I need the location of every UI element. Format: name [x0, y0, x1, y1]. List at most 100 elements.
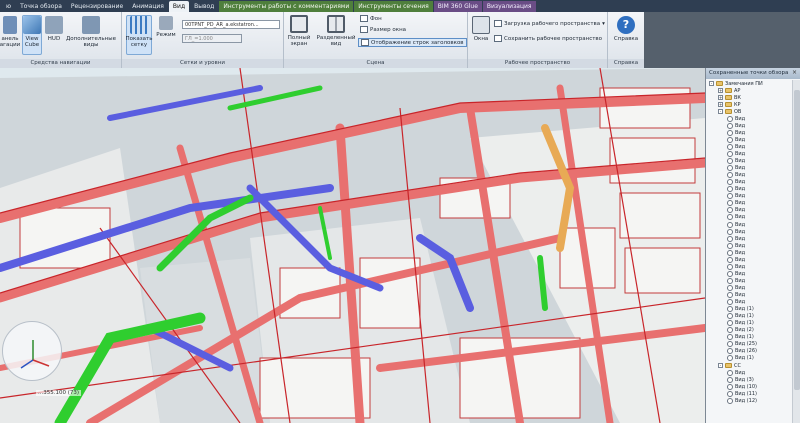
tree-item-label: СС — [734, 362, 741, 369]
tree-viewpoint[interactable]: Вид — [727, 115, 745, 122]
tree-viewpoint[interactable]: Вид (1) — [727, 355, 754, 362]
tree-item-label: Вид — [735, 158, 746, 165]
tree-viewpoint[interactable]: Вид (12) — [727, 397, 757, 404]
tree-viewpoint[interactable]: Вид — [727, 263, 745, 270]
3d-viewport[interactable]: ...355.100 (73) — [0, 68, 705, 423]
tree-viewpoint[interactable]: Вид (10) — [727, 383, 757, 390]
tree-viewpoint[interactable]: Вид — [727, 221, 745, 228]
panel-scene: Полный экран Разделенный вид Фон Размер … — [284, 12, 468, 68]
tree-viewpoint[interactable]: Вид (26) — [727, 348, 757, 355]
tree-viewpoint[interactable]: Вид (2) — [727, 327, 754, 334]
tree-item-label: Вид — [735, 256, 746, 263]
tree-folder[interactable]: - ОВ — [718, 108, 741, 115]
fullscreen-button[interactable]: Полный экран — [286, 15, 312, 47]
expand-toggle-icon[interactable]: - — [718, 109, 723, 115]
tree-viewpoint[interactable]: Вид — [727, 143, 745, 150]
viewpoint-icon — [727, 221, 733, 228]
load-workspace-label: Загрузка рабочего пространства — [504, 20, 601, 27]
show-grid-button[interactable]: Показать сетку — [126, 15, 152, 55]
tree-viewpoint[interactable]: Вид — [727, 214, 745, 221]
expand-toggle-icon[interactable]: + — [718, 95, 723, 101]
scrollbar-thumb[interactable] — [794, 90, 800, 390]
tree-viewpoint[interactable]: Вид — [727, 284, 745, 291]
tree-viewpoint[interactable]: Вид — [727, 256, 745, 263]
ribbon-tab[interactable]: Инструменты сечения — [354, 0, 433, 12]
tree-viewpoint[interactable]: Вид — [727, 186, 745, 193]
tree-viewpoint[interactable]: Вид (25) — [727, 341, 757, 348]
help-button[interactable]: ? Справка — [614, 16, 638, 42]
grid-level-combo[interactable]: ГЛ_=1.000 — [182, 34, 242, 43]
tree-viewpoint[interactable]: Вид — [727, 207, 745, 214]
pane-title: Сохраненные точки обзора — [706, 68, 800, 79]
ribbon-tab[interactable]: Точка обзора — [16, 1, 66, 12]
viewcube-button[interactable]: View Cube — [22, 15, 42, 55]
close-icon[interactable]: × — [792, 69, 797, 76]
tree-viewpoint[interactable]: Вид — [727, 172, 745, 179]
background-item[interactable]: Фон — [360, 15, 382, 22]
extra-views-button[interactable]: Дополнительные виды — [65, 16, 117, 48]
tree-viewpoint[interactable]: Вид — [727, 193, 745, 200]
tree-viewpoint[interactable]: Вид — [727, 249, 745, 256]
tree-viewpoint[interactable]: Вид — [727, 299, 745, 306]
tree-viewpoint[interactable]: Вид — [727, 270, 745, 277]
expand-toggle-icon[interactable]: + — [718, 102, 723, 108]
split-view-button[interactable]: Разделенный вид — [316, 15, 356, 47]
window-size-item[interactable]: Размер окна — [360, 26, 406, 33]
expand-toggle-icon[interactable]: - — [709, 81, 714, 86]
tree-viewpoint[interactable]: Вид — [727, 158, 745, 165]
ribbon-tab[interactable]: Анимация — [128, 1, 168, 12]
ribbon-tab[interactable]: BIM 360 Glue — [433, 0, 482, 12]
tree-viewpoint[interactable]: Вид — [727, 122, 745, 129]
tree-viewpoint[interactable]: Вид — [727, 179, 745, 186]
vertical-scrollbar[interactable] — [792, 80, 800, 423]
tree-viewpoint[interactable]: Вид (11) — [727, 390, 757, 397]
tree-folder[interactable]: + КР — [718, 101, 741, 108]
viewpoint-icon — [727, 165, 733, 172]
tree-viewpoint[interactable]: Вид — [727, 235, 745, 242]
load-workspace-item[interactable]: Загрузка рабочего пространства ▾ — [494, 20, 605, 27]
windows-button[interactable]: Окна — [470, 16, 492, 42]
tree-folder[interactable]: + АР — [718, 87, 740, 94]
tree-folder[interactable]: - СС — [718, 362, 741, 369]
tree-viewpoint[interactable]: Вид — [727, 277, 745, 284]
ribbon-tab[interactable]: Вывод — [190, 1, 218, 12]
viewpoint-icon — [727, 129, 733, 136]
tree-viewpoint[interactable]: Вид — [727, 228, 745, 235]
tree-viewpoint[interactable]: Вид — [727, 136, 745, 143]
window-size-label: Размер окна — [370, 26, 407, 33]
tree-viewpoint[interactable]: Вид — [727, 165, 745, 172]
tree-viewpoint[interactable]: Вид — [727, 129, 745, 136]
ribbon-tab[interactable]: Рецензирование — [67, 1, 127, 12]
ribbon-tab[interactable]: ю — [2, 1, 15, 12]
tree-viewpoint[interactable]: Вид (1) — [727, 320, 754, 327]
folder-icon — [725, 363, 732, 368]
tree-item-label: Вид — [735, 172, 746, 179]
ribbon-tab[interactable]: Вид — [168, 0, 190, 12]
tree-viewpoint[interactable]: Вид (1) — [727, 313, 754, 320]
ribbon-tab[interactable]: Визуализация — [482, 0, 536, 12]
ribbon-tab[interactable]: Инструменты работы с комментариями — [219, 0, 354, 12]
background-label: Фон — [370, 15, 382, 22]
hud-button[interactable]: HUD — [45, 16, 63, 42]
tree-viewpoint[interactable]: Вид (1) — [727, 306, 754, 313]
expand-toggle-icon[interactable]: + — [718, 88, 723, 94]
tree-viewpoint[interactable]: Вид (3) — [727, 376, 754, 383]
expand-toggle-icon[interactable]: - — [718, 363, 723, 368]
viewpoint-icon — [727, 348, 733, 355]
tree-viewpoint[interactable]: Вид — [727, 292, 745, 299]
tree-viewpoint[interactable]: Вид (1) — [727, 334, 754, 341]
tree-viewpoint[interactable]: Вид — [727, 369, 745, 376]
help-label: Справка — [613, 36, 639, 42]
navigation-wheel[interactable] — [2, 321, 62, 381]
tree-viewpoint[interactable]: Вид — [727, 151, 745, 158]
save-workspace-item[interactable]: Сохранить рабочее пространство — [494, 35, 602, 42]
tree-viewpoint[interactable]: Вид — [727, 242, 745, 249]
tree-folder[interactable]: - Замечания ПИ — [709, 80, 763, 87]
tree-viewpoint[interactable]: Вид — [727, 200, 745, 207]
panel-title-help: Справка — [608, 59, 644, 68]
show-titles-item[interactable]: Отображение строк заголовков — [358, 38, 467, 47]
grid-mode-button[interactable]: Режим — [156, 16, 176, 38]
grid-model-combo[interactable]: 00TPNT_PD_AR_a.ekstatron... — [182, 20, 280, 29]
nav-bar-button[interactable]: анель агации — [0, 16, 20, 48]
tree-folder[interactable]: + ВК — [718, 94, 741, 101]
